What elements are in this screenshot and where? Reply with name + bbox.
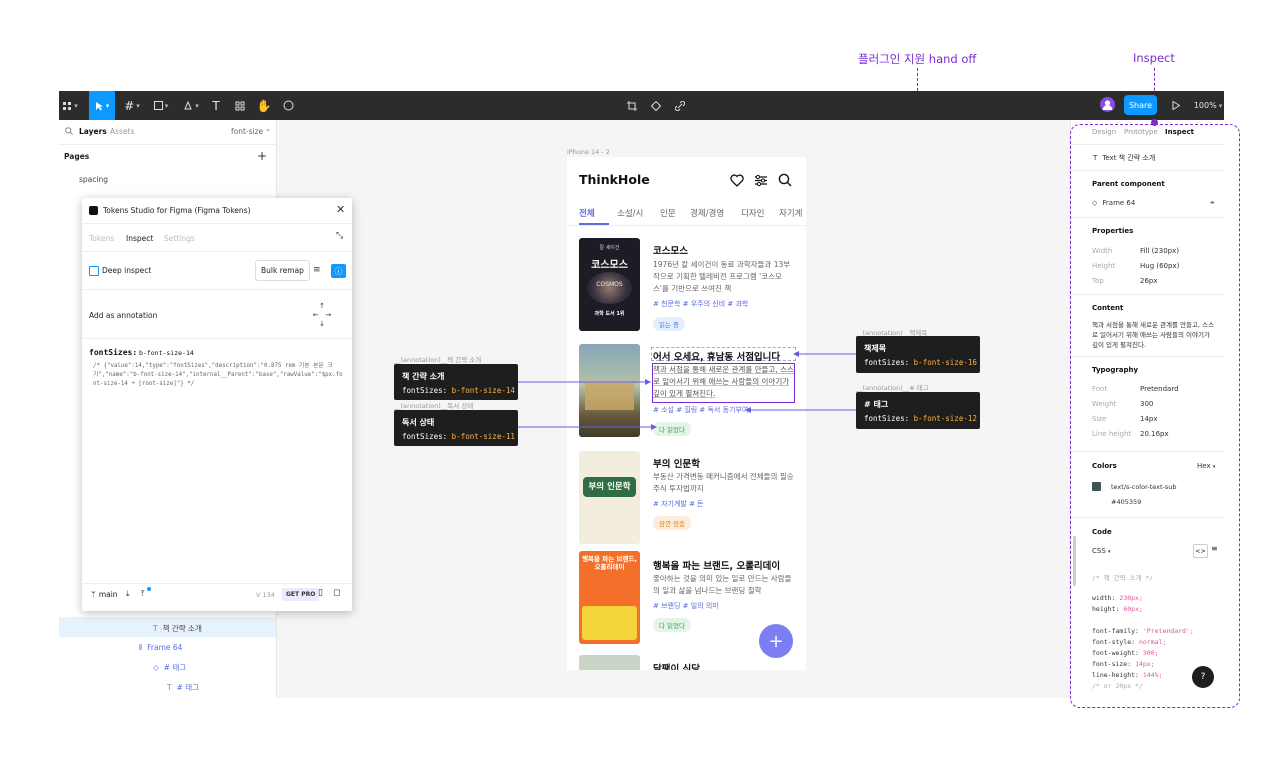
annotation-caption: __(annotation)__책 간략 소개	[394, 356, 482, 364]
plugin-logo-icon	[89, 206, 98, 215]
annotation-direction-icon[interactable]: ↑ ← → ↓	[307, 302, 337, 329]
annotation-tag-token[interactable]: # 태그 fontSizes: b-font-size-12	[856, 392, 980, 429]
annotation-token: b-font-size-11	[451, 432, 515, 441]
tokens-studio-plugin: Tokens Studio for Figma (Figma Tokens) ✕…	[82, 198, 352, 611]
tab-inspect[interactable]: Inspect	[126, 234, 153, 243]
annotation-value: fontSizes: b-font-size-14	[402, 386, 515, 395]
divider	[82, 338, 352, 339]
annotation-intro[interactable]: 책 간략 소개 fontSizes: b-font-size-14	[394, 364, 518, 400]
close-icon[interactable]: ✕	[336, 203, 345, 216]
get-pro-button[interactable]: GET PRO	[282, 588, 320, 601]
divider	[82, 223, 352, 224]
plugin-title: Tokens Studio for Figma (Figma Tokens)	[103, 206, 251, 215]
book-icon[interactable]: ▯	[318, 588, 323, 598]
annotation-value: fontSizes: b-font-size-11	[402, 432, 515, 441]
annotation-token: b-font-size-16	[913, 358, 977, 367]
annotation-prop: fontSizes:	[864, 358, 910, 367]
token-json: /* {"value":14,"type":"fontSizes","descr…	[93, 363, 343, 387]
push-icon[interactable]: ⤒	[141, 589, 145, 599]
annotation-token: b-font-size-14	[451, 386, 515, 395]
token-name[interactable]: b-font-size-14	[139, 349, 194, 357]
pull-icon[interactable]: ⤓	[126, 589, 130, 599]
branch-name: main	[98, 590, 118, 599]
annotation-prop: fontSizes:	[402, 432, 448, 441]
feedback-icon[interactable]: ◻	[333, 588, 340, 598]
annotation-title: 책 간략 소개	[402, 372, 445, 381]
push-indicator	[147, 587, 151, 591]
branch-icon: ᛘ	[91, 590, 96, 599]
annotation-title: 독서 상태	[402, 418, 435, 427]
annotation-title: 책제목	[864, 344, 887, 353]
annotation-caption: __(annotation)__# 태그	[856, 384, 929, 392]
bulk-remap-button[interactable]: Bulk remap	[255, 260, 310, 281]
annotation-token: b-font-size-12	[913, 414, 977, 423]
list-icon[interactable]: ≡	[313, 265, 321, 275]
add-annotation-label: Add as annotation	[89, 311, 158, 320]
collapse-icon[interactable]: ⤡	[336, 231, 343, 241]
inspect-highlight-outline	[1070, 124, 1240, 708]
branch-selector[interactable]: ᛘ main	[91, 590, 118, 599]
annotation-title: # 태그	[864, 400, 889, 409]
divider	[82, 289, 352, 290]
deep-inspect-checkbox[interactable]	[89, 266, 99, 276]
annotation-status[interactable]: 독서 상태 fontSizes: b-font-size-11	[394, 410, 518, 446]
info-icon[interactable]: ⓘ	[331, 264, 346, 278]
divider	[82, 583, 352, 584]
deep-inspect-label: Deep inspect	[102, 266, 152, 275]
annotation-prop: fontSizes:	[864, 414, 910, 423]
token-key: fontSizes:	[89, 348, 138, 357]
annotation-value: fontSizes: b-font-size-16	[864, 358, 977, 367]
annotation-title-token[interactable]: 책제목 fontSizes: b-font-size-16	[856, 336, 980, 373]
divider	[82, 251, 352, 252]
annotation-prop: fontSizes:	[402, 386, 448, 395]
plugin-version: V 134	[256, 591, 275, 599]
annotation-value: fontSizes: b-font-size-12	[864, 414, 977, 423]
tab-tokens[interactable]: Tokens	[89, 234, 114, 243]
annotation-caption: __(annotation)__독서 상태	[394, 402, 474, 410]
inspect-dot	[1151, 119, 1158, 126]
tab-settings[interactable]: Settings	[164, 234, 195, 243]
